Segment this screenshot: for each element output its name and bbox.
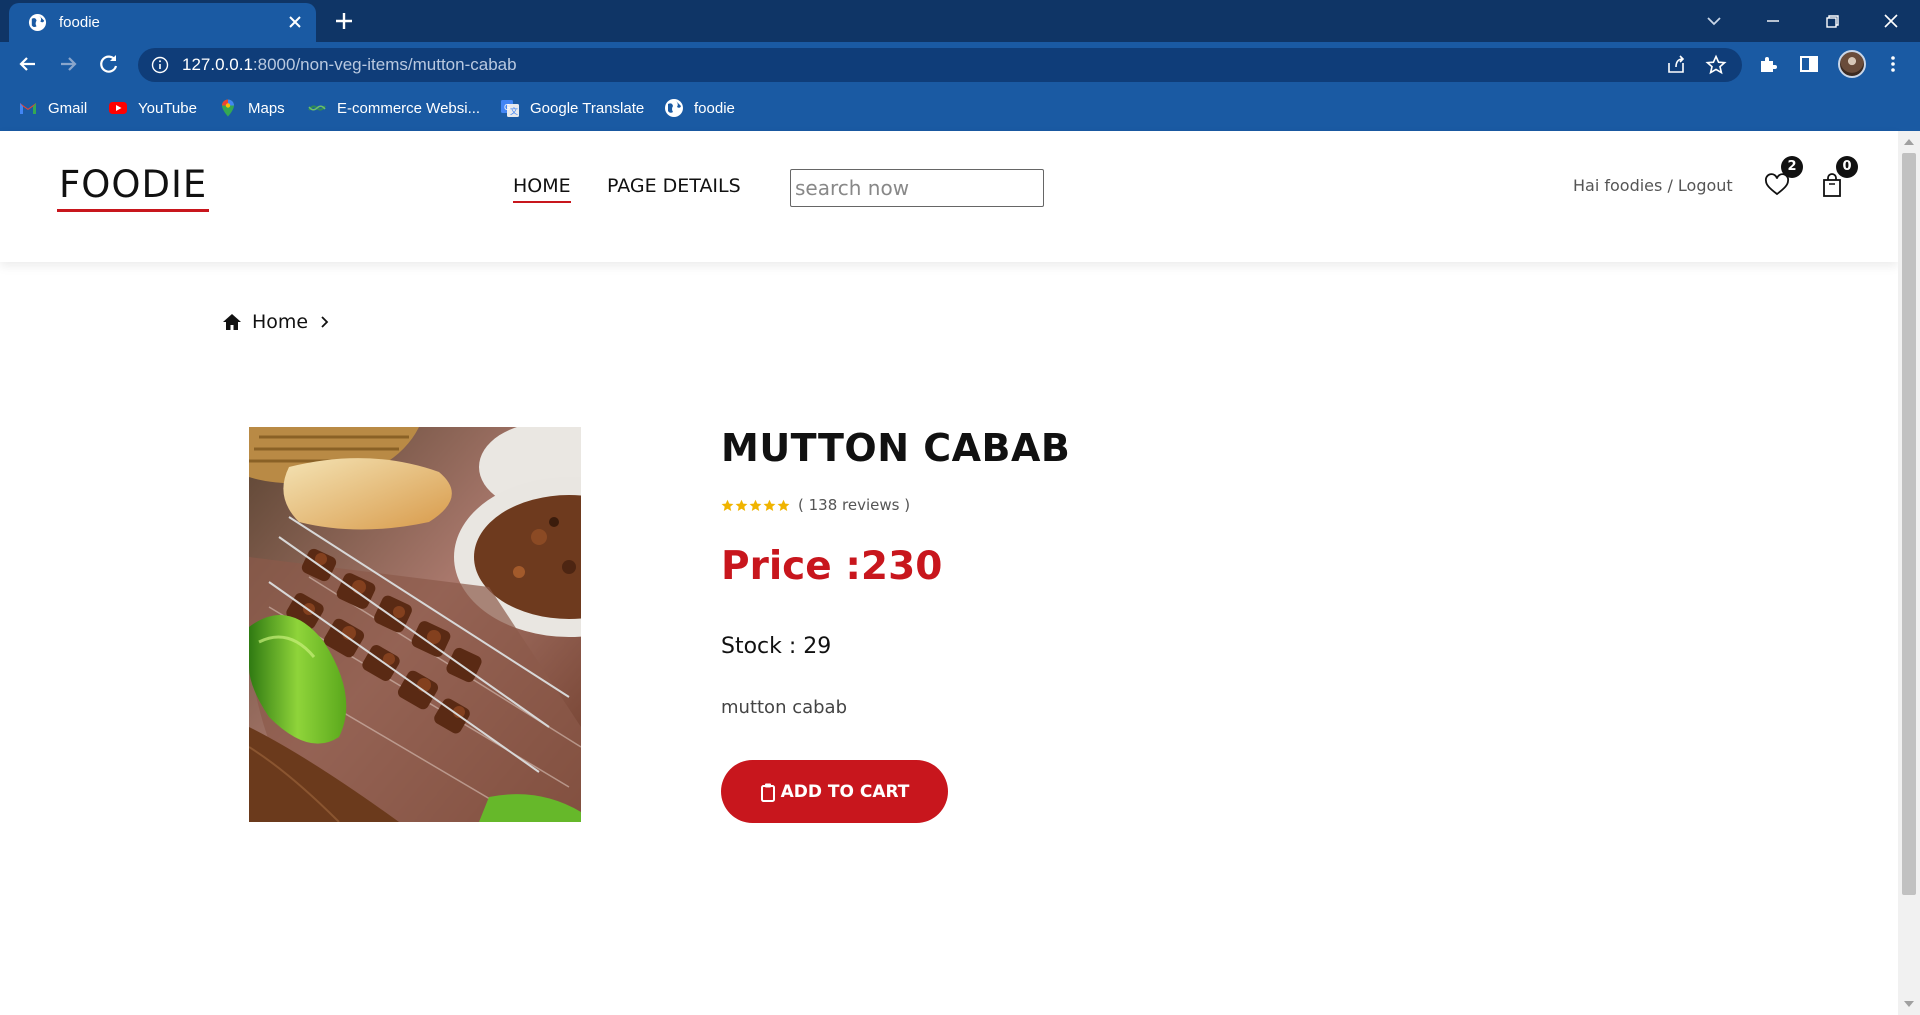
bookmark-foodie[interactable]: foodie	[664, 96, 735, 120]
close-window-icon[interactable]	[1878, 8, 1904, 34]
site-info-icon[interactable]	[151, 56, 169, 74]
scroll-down-arrow-icon[interactable]	[1904, 1001, 1914, 1007]
chevron-right-icon	[321, 316, 329, 328]
bookmarks-bar: Gmail YouTube Maps E-commerce Websi... G…	[0, 86, 1920, 131]
product-title: MUTTON CABAB	[721, 426, 1071, 470]
star-icon	[735, 499, 748, 511]
bookmark-google-translate[interactable]: G 文 Google Translate	[500, 96, 644, 120]
bookmark-gmail[interactable]: Gmail	[18, 96, 87, 120]
site-logo[interactable]: FOODIE	[57, 163, 210, 212]
mutton-cabab-photo	[249, 427, 581, 822]
profile-avatar[interactable]	[1838, 50, 1866, 78]
back-arrow-icon[interactable]	[15, 51, 41, 77]
ecommerce-icon	[308, 105, 326, 111]
bookmark-label: Maps	[248, 99, 285, 117]
site-header: FOODIE HOME PAGE DETAILS search now Hai …	[0, 131, 1898, 262]
star-icon	[763, 499, 776, 511]
search-input[interactable]: search now	[790, 169, 1044, 207]
product-stock: Stock : 29	[721, 634, 832, 659]
forward-arrow-icon[interactable]	[55, 51, 81, 77]
maps-icon	[222, 99, 234, 117]
greeting-logout-link[interactable]: Hai foodies / Logout	[1573, 176, 1733, 195]
breadcrumb: Home	[222, 311, 332, 333]
browser-toolbar: 127.0.0.1:8000/non-veg-items/mutton-caba…	[0, 42, 1920, 86]
product-description: mutton cabab	[721, 697, 848, 718]
tab-search-icon[interactable]	[1701, 8, 1727, 34]
star-icon	[749, 499, 762, 511]
bookmark-label: YouTube	[138, 99, 197, 117]
wishlist-count-badge: 2	[1781, 156, 1803, 178]
url-host: 127.0.0.1	[182, 55, 253, 74]
scrollbar-thumb[interactable]	[1902, 153, 1916, 895]
cart-count-badge: 0	[1836, 156, 1858, 178]
address-bar[interactable]: 127.0.0.1:8000/non-veg-items/mutton-caba…	[138, 48, 1742, 82]
share-icon[interactable]	[1665, 54, 1687, 76]
translate-icon: G 文	[501, 100, 519, 117]
home-icon	[223, 314, 241, 330]
url-path: :8000/non-veg-items/mutton-cabab	[252, 55, 517, 74]
product-price: Price :230	[721, 544, 943, 589]
bookmark-label: E-commerce Websi...	[337, 99, 481, 117]
product-image	[249, 427, 581, 822]
svg-text:文: 文	[510, 106, 518, 116]
bookmark-maps[interactable]: Maps	[218, 96, 285, 120]
star-icon	[721, 499, 734, 511]
bookmark-label: Google Translate	[530, 99, 645, 117]
review-count[interactable]: ( 138 reviews )	[798, 496, 910, 514]
gmail-icon	[20, 103, 36, 114]
restore-icon[interactable]	[1819, 8, 1845, 34]
globe-icon	[28, 13, 47, 32]
browser-tab[interactable]: foodie	[9, 3, 316, 42]
url-text: 127.0.0.1:8000/non-veg-items/mutton-caba…	[182, 55, 517, 75]
bookmark-label: Gmail	[48, 99, 88, 117]
add-to-cart-label: ADD TO CART	[780, 781, 910, 802]
breadcrumb-home-link[interactable]: Home	[252, 311, 308, 333]
scroll-up-arrow-icon[interactable]	[1904, 139, 1914, 145]
youtube-icon	[109, 102, 127, 114]
minimize-icon[interactable]	[1760, 8, 1786, 34]
nav-page-details[interactable]: PAGE DETAILS	[607, 175, 741, 201]
bookmark-star-icon[interactable]	[1705, 54, 1727, 76]
close-tab-icon[interactable]	[286, 13, 304, 31]
bookmark-youtube[interactable]: YouTube	[108, 96, 197, 120]
bookmark-label: foodie	[694, 99, 735, 117]
clipboard-bag-icon	[760, 783, 775, 802]
side-panel-icon[interactable]	[1798, 53, 1820, 75]
more-menu-icon[interactable]	[1882, 53, 1904, 75]
tab-title: foodie	[59, 14, 100, 31]
star-icon	[777, 499, 790, 511]
page-scrollbar[interactable]	[1898, 131, 1920, 1015]
product-rating: ( 138 reviews )	[721, 496, 910, 514]
extensions-puzzle-icon[interactable]	[1757, 53, 1779, 75]
reload-icon[interactable]	[96, 51, 122, 77]
new-tab-icon[interactable]	[333, 10, 355, 32]
globe-icon	[665, 99, 683, 117]
nav-home[interactable]: HOME	[513, 175, 571, 203]
browser-tab-bar: foodie	[0, 0, 1920, 42]
bookmark-ecommerce[interactable]: E-commerce Websi...	[307, 96, 480, 120]
add-to-cart-button[interactable]: ADD TO CART	[721, 760, 948, 823]
